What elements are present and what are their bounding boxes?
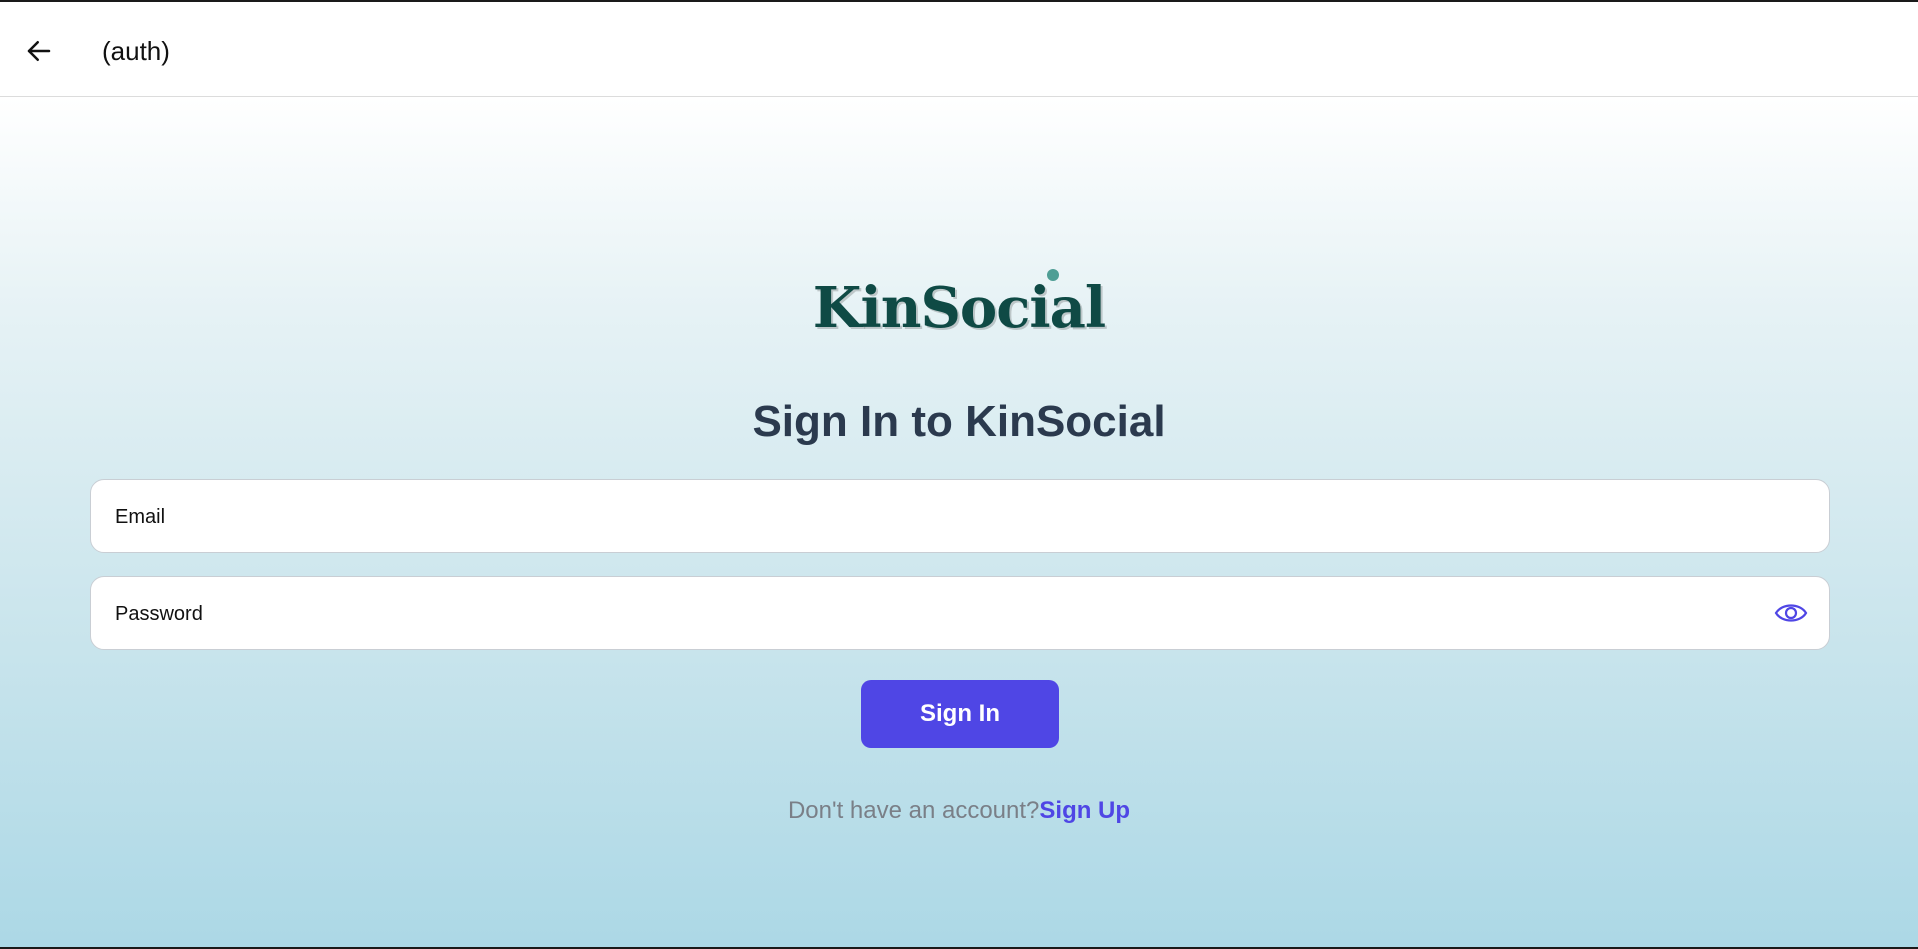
page-title: Sign In to KinSocial <box>752 397 1166 446</box>
email-field[interactable] <box>90 479 1830 554</box>
sign-up-link[interactable]: Sign Up <box>1039 797 1130 824</box>
password-input[interactable] <box>113 577 1737 651</box>
top-bar: (auth) <box>0 2 1918 97</box>
password-field[interactable] <box>90 576 1830 651</box>
show-password-toggle[interactable] <box>1773 597 1809 629</box>
logo-text: KinSocial <box>812 275 1106 341</box>
sign-in-button[interactable]: Sign In <box>861 680 1059 748</box>
signup-prompt-text: Don't have an account? <box>787 797 1040 824</box>
arrow-left-icon <box>27 41 51 61</box>
eye-icon <box>1774 604 1808 622</box>
back-button[interactable] <box>18 30 60 72</box>
header-title: (auth) <box>102 36 170 66</box>
email-input[interactable] <box>113 480 1737 554</box>
sign-in-screen: KinSocial Sign In to KinSocial Sign In D… <box>0 97 1918 947</box>
app-window: (auth) KinSocial Sign In to KinSocial Si… <box>0 2 1918 947</box>
kinsocial-logo: KinSocial <box>0 269 1918 341</box>
signup-prompt-row: Don't have an account?Sign Up <box>0 797 1918 825</box>
